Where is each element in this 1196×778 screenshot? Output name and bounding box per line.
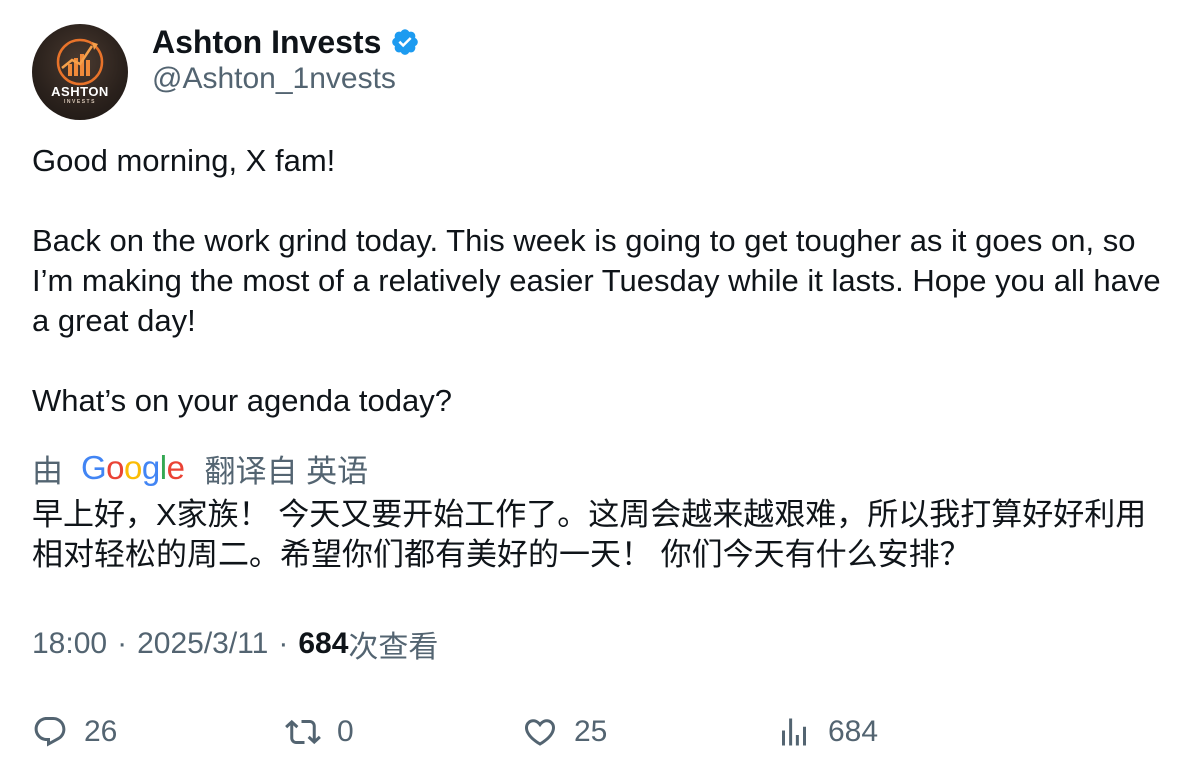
google-logo: Google: [81, 449, 185, 486]
like-count: 25: [574, 715, 608, 748]
meta-separator: ·: [117, 627, 128, 660]
meta-separator: ·: [278, 627, 289, 660]
retweet-icon: [285, 719, 321, 745]
avatar[interactable]: ASHTON INVESTS: [32, 24, 128, 120]
reply-button[interactable]: 26: [32, 710, 117, 754]
tweet-date[interactable]: 2025/3/11: [137, 627, 268, 661]
views-count: 684: [298, 627, 349, 660]
avatar-brand-subtext: INVESTS: [64, 99, 96, 105]
tweet-text: Good morning, X fam! Back on the work gr…: [32, 141, 1172, 421]
views-button[interactable]: 684: [776, 710, 878, 754]
author-name-row: Ashton Invests: [152, 22, 420, 62]
translation-suffix: 翻译自 英语: [204, 453, 369, 489]
author-display-name[interactable]: Ashton Invests: [152, 24, 381, 61]
verified-badge-icon[interactable]: [390, 27, 420, 57]
translated-text: 早上好，X家族！ 今天又要开始工作了。这周会越来越艰难，所以我打算好好利用相对轻…: [32, 497, 1147, 572]
heart-icon: [524, 719, 556, 746]
tweet-line-question: What’s on your agenda today?: [32, 383, 452, 418]
avatar-logo-icon: [56, 38, 104, 86]
retweet-count: 0: [337, 715, 354, 748]
analytics-icon: [782, 718, 806, 746]
translation-prefix: 由: [32, 453, 63, 489]
avatar-brand-text: ASHTON: [51, 84, 109, 99]
tweet-line-body: Back on the work grind today. This week …: [32, 223, 1161, 338]
tweet-line-greeting: Good morning, X fam!: [32, 143, 336, 178]
reply-count: 26: [84, 715, 118, 748]
reply-icon: [34, 717, 66, 747]
translation-attribution[interactable]: 由 Google 翻译自 英语: [32, 448, 369, 489]
tweet-meta: 18:00 · 2025/3/11 · 684 次查看: [32, 624, 438, 664]
retweet-button[interactable]: 0: [285, 710, 354, 754]
views-label: 次查看: [348, 631, 439, 664]
tweet-time[interactable]: 18:00: [32, 627, 107, 661]
like-button[interactable]: 25: [522, 710, 607, 754]
author-handle[interactable]: @Ashton_1nvests: [152, 62, 396, 96]
views-action-count: 684: [828, 715, 879, 748]
